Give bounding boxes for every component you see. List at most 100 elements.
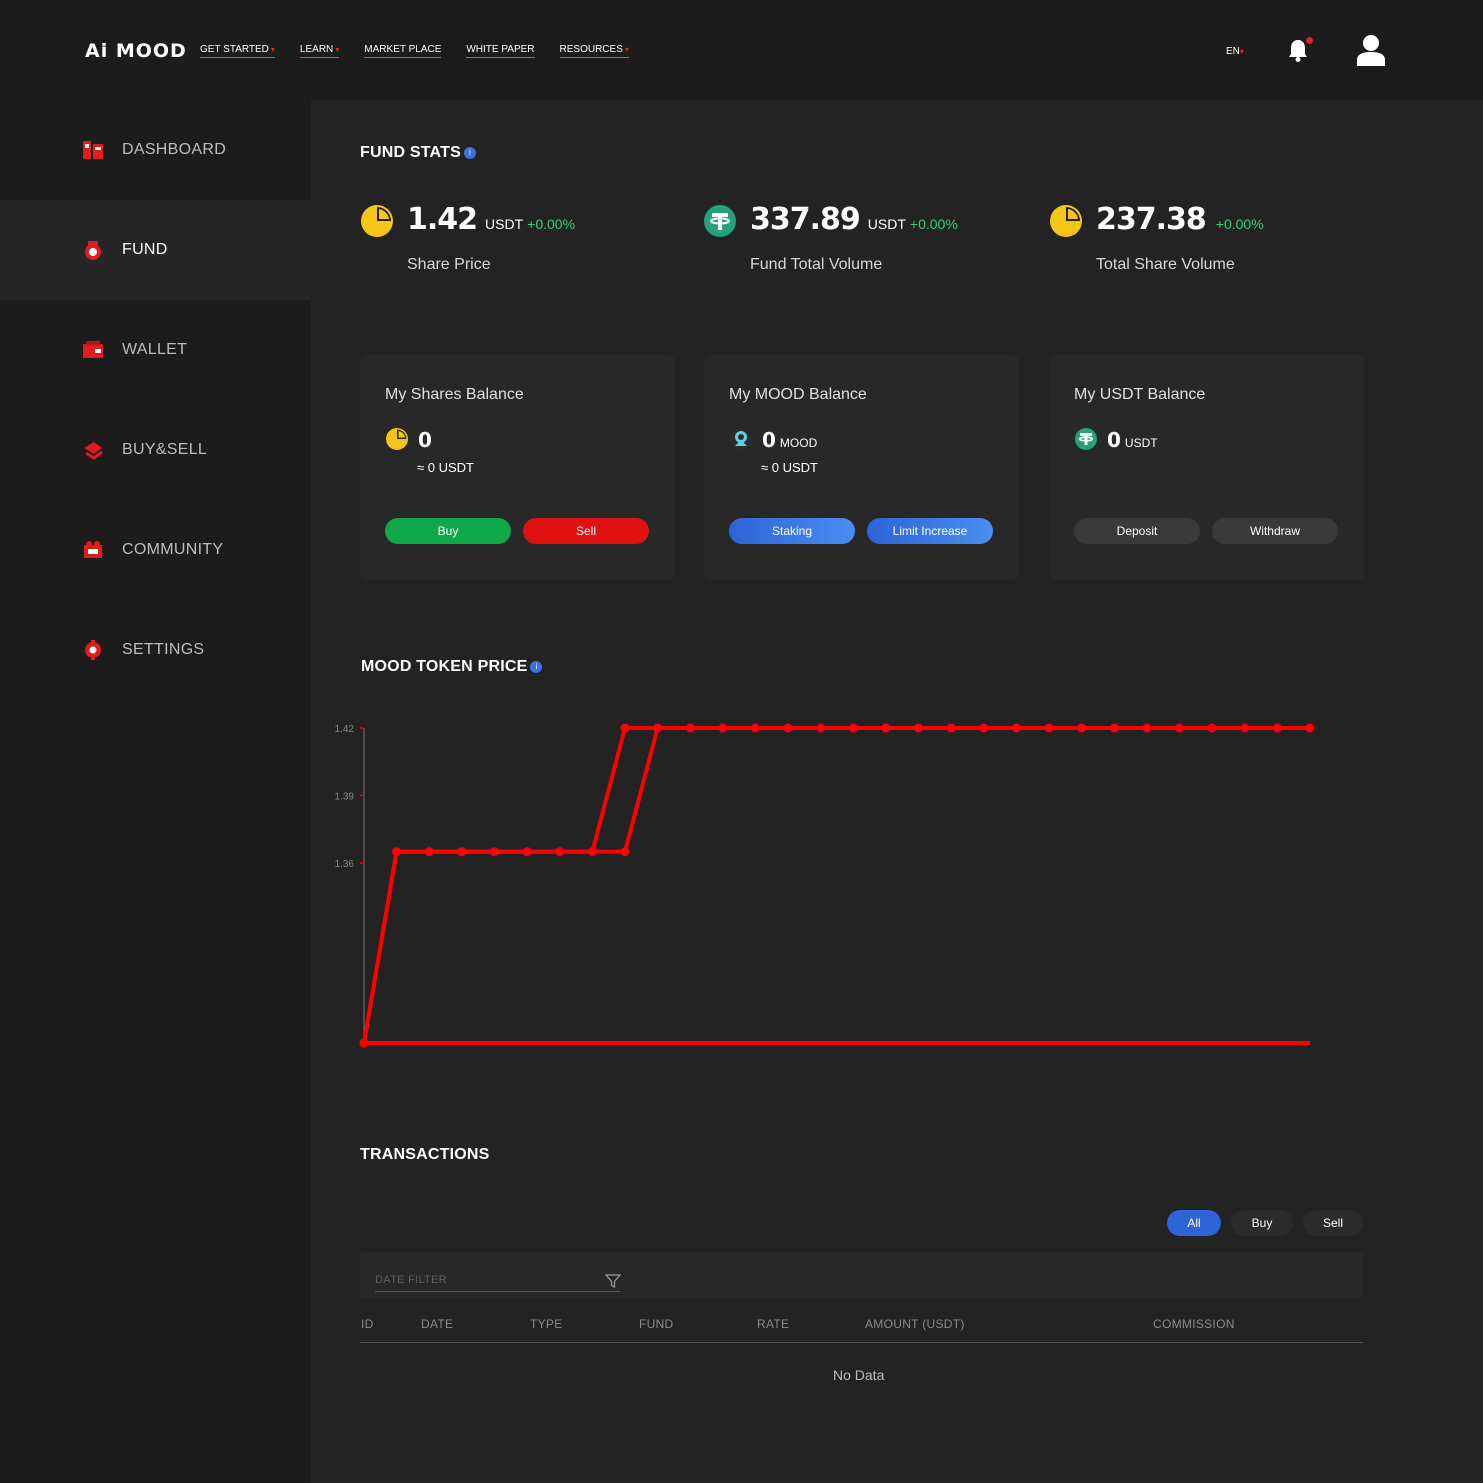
- data-point: [750, 723, 760, 733]
- sidebar-item-label: COMMUNITY: [122, 541, 224, 558]
- deposit-button[interactable]: Deposit: [1074, 518, 1200, 544]
- nav-get-started[interactable]: GET STARTED ▾: [200, 44, 275, 58]
- tab-buy[interactable]: Buy: [1231, 1210, 1293, 1236]
- data-point: [1011, 723, 1021, 733]
- sell-button[interactable]: Sell: [523, 518, 649, 544]
- nav-market-place[interactable]: MARKET PLACE: [364, 44, 442, 58]
- empty-state-text: No Data: [833, 1367, 885, 1383]
- pie-chart-icon: [386, 428, 408, 450]
- logo[interactable]: Ai MOOD: [85, 40, 187, 62]
- usdt-balance-number: 0: [1107, 428, 1121, 452]
- data-point: [979, 723, 989, 733]
- data-point: [522, 847, 532, 857]
- wallet-icon: [83, 341, 103, 358]
- transactions-title: TRANSACTIONS: [360, 1146, 490, 1163]
- tab-all[interactable]: All: [1167, 1210, 1221, 1236]
- date-filter-input[interactable]: DATE FILTER: [375, 1274, 620, 1292]
- column-header-amount[interactable]: AMOUNT (USDT): [865, 1317, 965, 1331]
- main-nav: GET STARTED ▾ LEARN ▾ MARKET PLACE WHITE P…: [200, 44, 629, 58]
- series-line: [362, 726, 1310, 1044]
- data-point: [1109, 723, 1119, 733]
- tab-sell[interactable]: Sell: [1303, 1210, 1363, 1236]
- nav-white-paper[interactable]: WHITE PAPER: [466, 44, 535, 58]
- data-point: [685, 723, 695, 733]
- tether-icon: [704, 205, 736, 237]
- sidebar-item-community[interactable]: COMMUNITY: [0, 500, 311, 600]
- limit-increase-button[interactable]: Limit Increase: [867, 518, 993, 544]
- settings-icon: [85, 640, 101, 660]
- data-point: [457, 847, 467, 857]
- share-price-unit: USDT: [485, 216, 524, 232]
- series-line: [362, 726, 1310, 1044]
- sidebar-item-label: SETTINGS: [122, 641, 205, 658]
- data-point: [489, 847, 499, 857]
- column-header-commission[interactable]: COMMISSION: [1153, 1317, 1235, 1331]
- card-title: My MOOD Balance: [729, 386, 867, 403]
- data-point: [914, 723, 924, 733]
- mood-balance-value: 0 MOOD: [762, 428, 817, 452]
- data-point: [1044, 723, 1054, 733]
- data-point: [1272, 723, 1282, 733]
- fund-stats-title-text: FUND STATS: [360, 144, 461, 161]
- notification-dot: [1306, 37, 1313, 44]
- fund-total-volume-label: Fund Total Volume: [750, 256, 883, 273]
- sidebar-item-buy-sell[interactable]: BUY&SELL: [0, 400, 311, 500]
- column-header-type[interactable]: TYPE: [530, 1317, 563, 1331]
- column-header-fund[interactable]: FUND: [639, 1317, 674, 1331]
- fund-stats-title: FUND STATS i: [360, 144, 476, 162]
- data-point: [783, 723, 793, 733]
- shares-balance-value: 0: [418, 428, 432, 452]
- nav-label: GET STARTED: [200, 44, 269, 55]
- table-header-divider: [360, 1342, 1363, 1343]
- column-header-rate[interactable]: RATE: [757, 1317, 789, 1331]
- column-header-id[interactable]: ID: [361, 1317, 374, 1331]
- data-point: [718, 723, 728, 733]
- data-point: [881, 723, 891, 733]
- sidebar-item-dashboard[interactable]: DASHBOARD: [0, 100, 311, 200]
- total-share-volume-change: +0.00%: [1215, 216, 1264, 232]
- mood-balance-number: 0: [762, 428, 776, 452]
- sidebar-item-wallet[interactable]: WALLET: [0, 300, 311, 400]
- fund-total-volume-number: 337.89: [750, 202, 861, 237]
- share-price-label: Share Price: [407, 256, 491, 273]
- mood-balance-approx: ≈ 0 USDT: [761, 460, 818, 475]
- nav-label: MARKET PLACE: [364, 44, 442, 55]
- tether-icon: [1075, 428, 1097, 450]
- data-point: [1142, 723, 1152, 733]
- data-point: [946, 723, 956, 733]
- info-icon[interactable]: i: [463, 147, 476, 159]
- card-mood-balance: My MOOD Balance 0 MOOD ≈ 0 USDT Staking L…: [704, 355, 1019, 580]
- date-filter-bar: DATE FILTER: [360, 1252, 1363, 1298]
- buy-button[interactable]: Buy: [385, 518, 511, 544]
- sidebar-item-label: DASHBOARD: [122, 141, 227, 158]
- sidebar-item-fund[interactable]: FUND: [0, 200, 311, 300]
- info-icon[interactable]: i: [530, 661, 543, 673]
- language-label: EN: [1226, 46, 1240, 57]
- filter-icon[interactable]: [605, 1273, 621, 1289]
- language-selector[interactable]: EN▾: [1226, 46, 1244, 57]
- nav-resources[interactable]: RESOURCES ▾: [559, 44, 629, 58]
- nav-label: LEARN: [299, 44, 334, 55]
- sidebar-item-settings[interactable]: SETTINGS: [0, 600, 311, 700]
- chevron-down-icon: ▾: [335, 45, 340, 54]
- top-bar: Ai MOOD GET STARTED ▾ LEARN ▾ MARKET PLACE…: [0, 0, 1483, 100]
- mood-balance-unit: MOOD: [779, 436, 818, 450]
- mood-token-icon: [730, 428, 752, 450]
- sidebar-item-label: BUY&SELL: [122, 441, 208, 458]
- withdraw-button[interactable]: Withdraw: [1212, 518, 1338, 544]
- data-point: [848, 723, 858, 733]
- usdt-balance-unit: USDT: [1124, 436, 1158, 450]
- column-header-date[interactable]: DATE: [421, 1317, 453, 1331]
- data-point: [620, 847, 630, 857]
- nav-learn[interactable]: LEARN ▾: [299, 44, 340, 58]
- card-title: My Shares Balance: [385, 386, 524, 403]
- card-shares-balance: My Shares Balance 0 ≈ 0 USDT Buy Sell: [360, 355, 675, 580]
- data-point: [587, 847, 597, 857]
- staking-button[interactable]: Staking: [729, 518, 855, 544]
- card-title: My USDT Balance: [1074, 386, 1206, 403]
- sidebar-item-label: WALLET: [122, 341, 188, 358]
- buy-sell-icon: [84, 442, 103, 460]
- data-point: [620, 723, 630, 733]
- user-avatar-icon[interactable]: [1357, 34, 1385, 66]
- pie-chart-icon: [361, 205, 393, 237]
